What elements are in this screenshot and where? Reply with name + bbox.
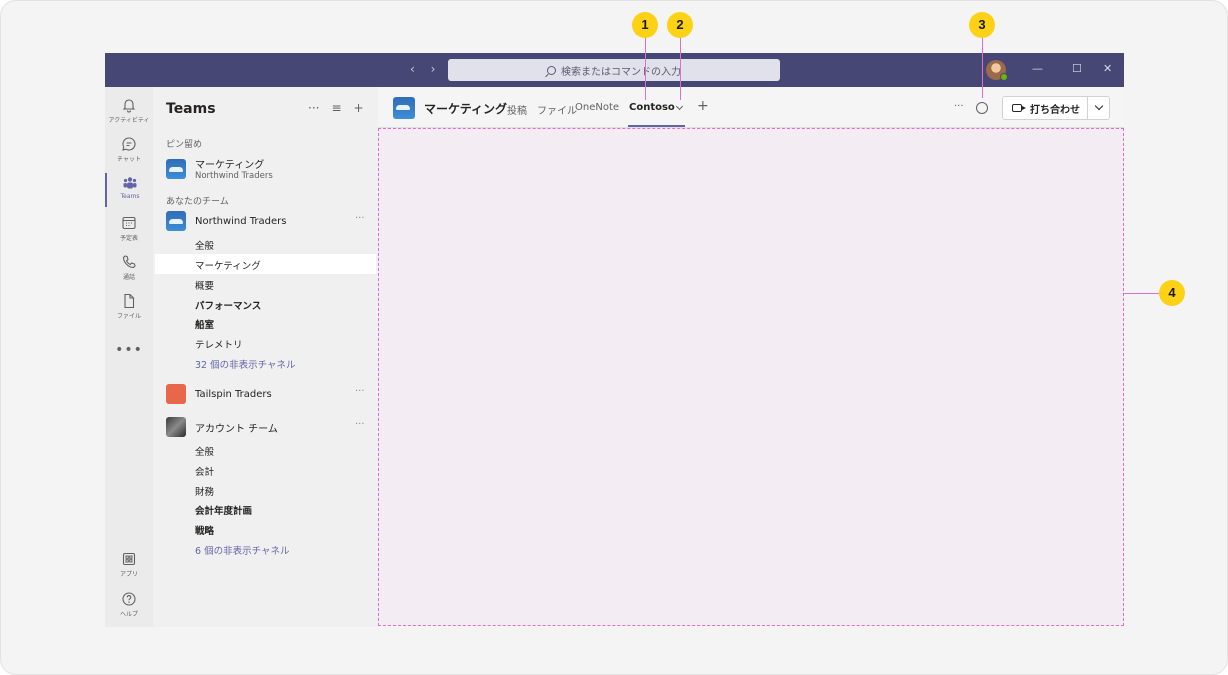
pinned-section-label: ピン留め xyxy=(166,140,203,150)
channel-item[interactable]: 船室 xyxy=(195,317,214,331)
tab-contoso[interactable]: Contoso xyxy=(629,102,675,113)
team-northwind-traders[interactable]: Northwind Traders xyxy=(166,211,287,231)
callout-badge-1: 1 xyxy=(632,12,658,38)
rail-item-teams[interactable]: Teams xyxy=(105,173,153,207)
selected-channel-highlight[interactable] xyxy=(155,254,376,274)
channel-item-selected[interactable]: マーケティング xyxy=(195,258,261,272)
app-rail: アクティビティ チャット Teams 予定表 通話 ファイル ••• アプリ ヘ… xyxy=(105,87,153,627)
channel-item[interactable]: 戦略 xyxy=(195,523,214,537)
callout-badge-3: 3 xyxy=(969,12,995,38)
callout-badge-4: 4 xyxy=(1159,280,1185,306)
team-logo xyxy=(166,417,186,437)
channel-item[interactable]: 財務 xyxy=(195,484,214,498)
close-button[interactable]: ✕ xyxy=(1103,62,1112,75)
teams-list-panel: Teams ··· ≡ + ピン留め マーケティング Northwind Tra… xyxy=(153,87,378,627)
tab-onenote[interactable]: OneNote xyxy=(575,102,619,113)
bell-icon xyxy=(122,99,136,113)
channel-item[interactable]: テレメトリ xyxy=(195,337,243,351)
meet-dropdown-button[interactable] xyxy=(1088,97,1109,119)
rail-item-apps[interactable]: アプリ xyxy=(105,549,153,583)
channel-item[interactable]: 会計年度計画 xyxy=(195,503,252,517)
chat-icon xyxy=(122,137,136,151)
search-icon xyxy=(547,65,556,75)
more-options-icon[interactable]: ··· xyxy=(308,101,319,115)
back-forward-icon[interactable]: ‹ › xyxy=(410,62,441,76)
team-account-team[interactable]: アカウント チーム xyxy=(166,417,278,437)
callout-badge-2: 2 xyxy=(667,12,693,38)
team-logo xyxy=(166,384,186,404)
title-bar: ‹ › 検索またはコマンドの入力 — ☐ ✕ xyxy=(105,53,1124,87)
chevron-down-icon[interactable] xyxy=(675,102,684,111)
team-more-icon[interactable]: ··· xyxy=(355,386,365,397)
search-input[interactable]: 検索またはコマンドの入力 xyxy=(448,59,780,81)
more-options-icon[interactable]: ··· xyxy=(954,101,964,112)
rail-item-calendar[interactable]: 予定表 xyxy=(105,213,153,247)
apps-icon xyxy=(122,552,136,566)
hidden-channels-link[interactable]: 32 個の非表示チャネル xyxy=(195,357,296,371)
channel-title: マーケティング xyxy=(424,102,508,116)
channel-header: マーケティング 投稿 ファイル OneNote Contoso + ··· 打ち… xyxy=(378,87,1124,128)
help-icon xyxy=(122,592,136,606)
pinned-channel-marketing[interactable]: マーケティング Northwind Traders xyxy=(166,156,273,181)
maximize-button[interactable]: ☐ xyxy=(1072,62,1082,75)
rail-item-calls[interactable]: 通話 xyxy=(105,252,153,286)
tab-posts[interactable]: 投稿 xyxy=(507,102,527,117)
channel-item[interactable]: パフォーマンス xyxy=(195,298,261,312)
team-logo xyxy=(166,211,186,231)
your-teams-section-label: あなたのチーム xyxy=(166,197,229,207)
calendar-icon xyxy=(122,216,136,230)
callout-leader-line xyxy=(982,38,983,98)
channel-item[interactable]: 会計 xyxy=(195,464,214,478)
team-logo xyxy=(393,97,415,119)
video-camera-icon xyxy=(1012,104,1026,112)
avatar[interactable] xyxy=(986,60,1008,81)
channel-item[interactable]: 全般 xyxy=(195,238,214,252)
file-icon xyxy=(124,293,135,309)
teams-icon xyxy=(123,177,137,189)
add-tab-icon[interactable]: + xyxy=(697,98,709,114)
team-more-icon[interactable]: ··· xyxy=(355,213,365,224)
active-tab-indicator xyxy=(628,125,685,127)
more-apps-icon[interactable]: ••• xyxy=(105,342,153,358)
filter-icon[interactable]: ≡ xyxy=(331,101,341,115)
team-more-icon[interactable]: ··· xyxy=(355,419,365,430)
conversation-icon[interactable] xyxy=(976,102,988,114)
channel-item[interactable]: 全般 xyxy=(195,444,214,458)
rail-item-files[interactable]: ファイル xyxy=(105,291,153,325)
callout-leader-line xyxy=(645,38,646,100)
hidden-channels-link[interactable]: 6 個の非表示チャネル xyxy=(195,543,289,557)
minimize-button[interactable]: — xyxy=(1032,62,1043,75)
chevron-down-icon xyxy=(1094,101,1103,111)
phone-icon xyxy=(122,255,136,269)
presence-available-icon xyxy=(1000,73,1008,81)
channel-item[interactable]: 概要 xyxy=(195,278,214,292)
panel-title: Teams xyxy=(166,101,216,117)
rail-item-help[interactable]: ヘルプ xyxy=(105,589,153,623)
add-team-icon[interactable]: + xyxy=(354,101,364,115)
rail-item-activity[interactable]: アクティビティ xyxy=(105,95,153,129)
search-placeholder: 検索またはコマンドの入力 xyxy=(561,66,681,78)
tab-content-area[interactable] xyxy=(378,128,1124,626)
team-tailspin-traders[interactable]: Tailspin Traders xyxy=(166,384,272,404)
panel-toolbar: ··· ≡ + xyxy=(308,101,364,115)
team-logo xyxy=(166,158,186,179)
rail-item-chat[interactable]: チャット xyxy=(105,134,153,168)
meet-button-group: 打ち合わせ xyxy=(1002,96,1110,120)
callout-leader-line xyxy=(1124,293,1160,294)
meet-button[interactable]: 打ち合わせ xyxy=(1003,97,1088,119)
callout-leader-line xyxy=(680,38,681,100)
tab-files[interactable]: ファイル xyxy=(537,102,577,117)
